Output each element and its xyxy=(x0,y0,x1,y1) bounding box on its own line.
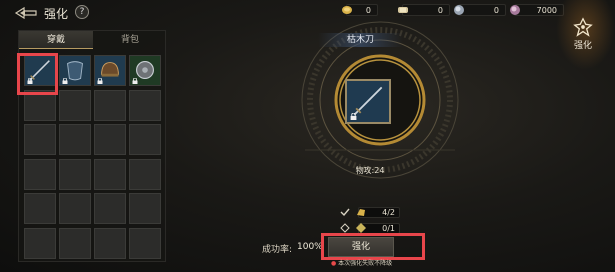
enhance-icon xyxy=(573,17,593,37)
inventory-panel: 穿戴 背包 xyxy=(18,30,166,262)
purple-gem-icon xyxy=(510,5,520,15)
help-button[interactable]: ? xyxy=(75,5,89,19)
item-stat: 物攻:24 xyxy=(355,166,385,175)
lock-icon xyxy=(132,78,138,84)
inventory-slot-armor[interactable] xyxy=(59,55,91,86)
material-value: 0/1 xyxy=(382,224,395,233)
tab-equipped[interactable]: 穿戴 xyxy=(19,31,93,49)
inventory-slot-empty[interactable] xyxy=(24,227,56,259)
inventory-slot-empty[interactable] xyxy=(94,158,126,190)
ore-icon xyxy=(357,209,365,216)
inventory-slot-empty[interactable] xyxy=(59,227,91,259)
inventory-slot-empty[interactable] xyxy=(94,227,126,259)
enhance-target-slot[interactable] xyxy=(345,79,391,124)
inventory-slot-empty[interactable] xyxy=(24,124,56,155)
success-rate-label: 成功率: xyxy=(262,245,293,255)
success-rate-value: 100% xyxy=(297,242,323,252)
material-value: 4/2 xyxy=(382,208,395,217)
inventory-slot-empty[interactable] xyxy=(24,193,56,224)
inventory-slot-empty[interactable] xyxy=(94,193,126,224)
inventory-slot-empty[interactable] xyxy=(24,158,56,190)
silver-orb-icon xyxy=(454,5,464,15)
page-title: 强化 xyxy=(44,7,69,21)
enhance-button[interactable]: 强化 xyxy=(328,237,394,257)
inventory-slot-empty[interactable] xyxy=(59,193,91,224)
currency-scroll: 0 xyxy=(398,4,450,16)
inventory-slot-helmet[interactable] xyxy=(94,55,126,86)
lock-icon xyxy=(97,78,103,84)
lock-icon xyxy=(27,78,33,84)
inventory-slot-empty[interactable] xyxy=(59,89,91,121)
gold-coin-icon xyxy=(342,6,352,14)
back-arrow-icon[interactable] xyxy=(14,6,38,20)
enhance-note-text: 本次强化失败不降级 xyxy=(338,260,393,267)
inventory-slot-empty[interactable] xyxy=(94,124,126,155)
gem-icon xyxy=(356,223,366,233)
material-count: 0/1 xyxy=(356,223,400,234)
inventory-slot-empty[interactable] xyxy=(59,158,91,190)
material-count: 4/2 xyxy=(357,207,400,218)
currency-value: 0 xyxy=(437,6,443,15)
inventory-slot-shield[interactable] xyxy=(129,55,161,86)
lock-icon xyxy=(62,78,68,84)
side-tab-enhance[interactable]: 强化 xyxy=(566,12,600,52)
warning-icon: ● xyxy=(331,260,337,267)
inventory-slot-empty[interactable] xyxy=(94,89,126,121)
inventory-slot-empty[interactable] xyxy=(129,227,161,259)
currency-silver: 0 xyxy=(454,4,506,16)
enhance-note: ● 本次强化失败不降级 xyxy=(331,258,392,267)
inventory-slot-sword[interactable] xyxy=(24,55,56,86)
inventory-slot-empty[interactable] xyxy=(24,89,56,121)
item-name: 枯木刀 xyxy=(318,33,403,47)
diamond-icon xyxy=(340,223,350,233)
material-row-2: 0/1 xyxy=(340,223,404,234)
check-icon xyxy=(340,208,350,217)
scroll-icon xyxy=(398,7,408,13)
inventory-slot-empty[interactable] xyxy=(129,193,161,224)
currency-value: 0 xyxy=(365,6,371,15)
tab-bag[interactable]: 背包 xyxy=(93,31,167,49)
side-tab-label: 强化 xyxy=(573,41,592,51)
currency-value: 7000 xyxy=(536,6,557,15)
currency-gold: 0 xyxy=(342,4,378,16)
inventory-slot-empty[interactable] xyxy=(129,124,161,155)
material-row-1: 4/2 xyxy=(340,207,404,218)
inventory-tabs: 穿戴 背包 xyxy=(19,31,167,49)
inventory-slot-empty[interactable] xyxy=(59,124,91,155)
inventory-slot-empty[interactable] xyxy=(129,89,161,121)
currency-value: 0 xyxy=(493,6,499,15)
inventory-slot-empty[interactable] xyxy=(129,158,161,190)
lock-icon xyxy=(350,113,357,120)
